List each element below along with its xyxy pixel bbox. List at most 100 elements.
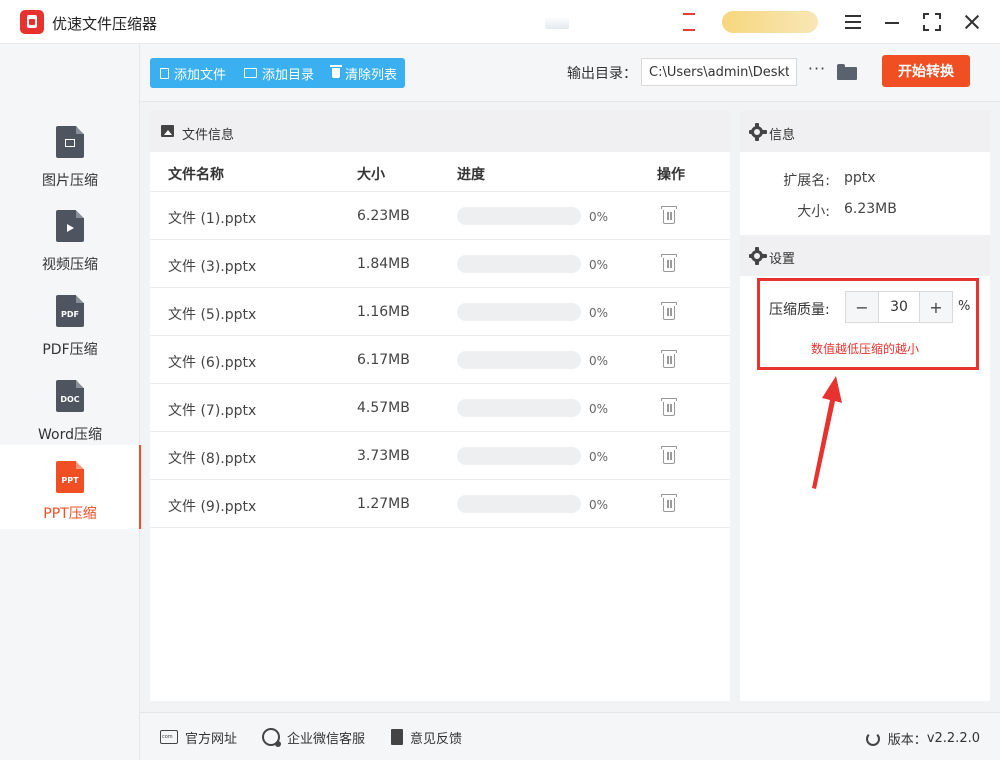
- settings-title: 设置: [769, 252, 796, 267]
- col-name: 文件名称: [168, 167, 224, 183]
- add-file-button[interactable]: 添加文件: [150, 58, 234, 88]
- file-panel-header: 文件信息: [150, 111, 730, 152]
- footer: 官方网址 企业微信客服 意见反馈 版本： v2.2.2.0: [140, 712, 1000, 760]
- feedback-icon: [391, 729, 403, 745]
- start-convert-button[interactable]: 开始转换: [882, 55, 970, 87]
- file-size: 4.57MB: [357, 400, 410, 416]
- progress-percent: 0%: [589, 306, 609, 320]
- file-name: 文件 (5).pptx: [168, 307, 257, 323]
- decrease-button[interactable]: −: [846, 292, 878, 322]
- trash-icon[interactable]: [661, 206, 677, 224]
- quality-input[interactable]: [878, 292, 920, 322]
- settings-header: 设置: [740, 235, 990, 276]
- ext-value: pptx: [844, 170, 876, 186]
- progress-bar: [457, 255, 581, 273]
- table-header: 文件名称 大小 进度 操作: [150, 152, 730, 192]
- feedback-label: 意见反馈: [410, 731, 463, 747]
- table-row[interactable]: 文件 (6).pptx 6.17MB 0%: [150, 336, 730, 384]
- trash-icon[interactable]: [661, 302, 677, 320]
- file-size: 3.73MB: [357, 448, 410, 464]
- file-size: 6.17MB: [357, 352, 410, 368]
- website-link[interactable]: 官方网址: [160, 727, 237, 747]
- image-icon: [161, 125, 174, 137]
- col-progress: 进度: [457, 167, 485, 183]
- version-label: 版本：: [887, 733, 927, 748]
- size-label: 大小:: [797, 204, 830, 220]
- trash-icon[interactable]: [661, 398, 677, 416]
- website-label: 官方网址: [185, 731, 238, 747]
- wechat-support-link[interactable]: 企业微信客服: [262, 727, 365, 747]
- col-size: 大小: [357, 167, 385, 183]
- promo-icon[interactable]: [545, 17, 569, 29]
- trash-icon: [330, 65, 343, 78]
- gift-icon[interactable]: [683, 13, 695, 31]
- table-row[interactable]: 文件 (1).pptx 6.23MB 0%: [150, 192, 730, 240]
- progress-percent: 0%: [589, 402, 609, 416]
- progress-bar: [457, 495, 581, 513]
- sidebar-item-label: PPT压缩: [43, 506, 97, 522]
- image-file-icon: [56, 126, 84, 158]
- minimize-icon[interactable]: [880, 10, 904, 34]
- refresh-icon: [865, 731, 880, 746]
- open-folder-icon[interactable]: [837, 64, 857, 80]
- menu-icon[interactable]: [841, 10, 865, 34]
- clear-list-button[interactable]: 清除列表: [322, 58, 405, 88]
- gear-icon: [749, 123, 767, 141]
- size-value: 6.23MB: [844, 201, 897, 217]
- progress-percent: 0%: [589, 258, 609, 272]
- file-icon: [160, 67, 169, 79]
- file-name: 文件 (8).pptx: [168, 451, 257, 467]
- sidebar-item-word[interactable]: DOC Word压缩: [0, 370, 140, 454]
- app-logo-icon: [20, 10, 44, 34]
- toolbar: 添加文件 添加目录 清除列表 输出目录： ··· 开始转换: [140, 44, 1000, 102]
- file-name: 文件 (7).pptx: [168, 403, 257, 419]
- add-folder-label: 添加目录: [262, 67, 315, 83]
- table-row[interactable]: 文件 (5).pptx 1.16MB 0%: [150, 288, 730, 336]
- table-row[interactable]: 文件 (8).pptx 3.73MB 0%: [150, 432, 730, 480]
- website-icon: [160, 730, 178, 744]
- quality-label: 压缩质量:: [769, 302, 830, 318]
- info-title: 信息: [769, 128, 796, 143]
- table-row[interactable]: 文件 (9).pptx 1.27MB 0%: [150, 480, 730, 528]
- title-bar: 优速文件压缩器: [0, 0, 1000, 44]
- close-icon[interactable]: [960, 10, 984, 34]
- percent-unit: %: [958, 299, 971, 314]
- progress-percent: 0%: [589, 354, 609, 368]
- trash-icon[interactable]: [661, 446, 677, 464]
- progress-percent: 0%: [589, 498, 609, 512]
- more-options-button[interactable]: ···: [807, 61, 827, 82]
- version-value: v2.2.2.0: [926, 731, 980, 746]
- progress-percent: 0%: [589, 450, 609, 464]
- maximize-icon[interactable]: [920, 10, 944, 34]
- ppt-file-icon: PPT: [56, 461, 84, 493]
- add-folder-button[interactable]: 添加目录: [234, 58, 322, 88]
- col-action: 操作: [657, 167, 685, 183]
- trash-icon[interactable]: [661, 254, 677, 272]
- ext-row: 扩展名:: [740, 170, 830, 189]
- progress-bar: [457, 303, 581, 321]
- table-row[interactable]: 文件 (3).pptx 1.84MB 0%: [150, 240, 730, 288]
- quality-stepper: − +: [845, 291, 953, 323]
- file-size: 6.23MB: [357, 208, 410, 224]
- doc-file-icon: DOC: [56, 380, 84, 412]
- size-row: 大小:: [740, 201, 830, 220]
- sidebar-item-image[interactable]: 图片压缩: [0, 116, 140, 200]
- increase-button[interactable]: +: [920, 292, 952, 322]
- trash-icon[interactable]: [661, 350, 677, 368]
- sidebar-item-label: 图片压缩: [42, 173, 98, 189]
- folder-icon: [244, 68, 258, 78]
- file-list-panel: 文件信息 文件名称 大小 进度 操作 文件 (1).pptx 6.23MB 0% 文件…: [150, 111, 730, 701]
- trash-icon[interactable]: [661, 494, 677, 512]
- sidebar-item-video[interactable]: 视频压缩: [0, 200, 140, 284]
- sidebar: 图片压缩 视频压缩 PDF PDF压缩 DOC Word压缩 PPT PPT压缩: [0, 44, 141, 760]
- feedback-link[interactable]: 意见反馈: [391, 727, 462, 747]
- version-info[interactable]: 版本： v2.2.2.0: [865, 729, 980, 748]
- vip-badge[interactable]: [722, 11, 818, 33]
- sidebar-item-ppt[interactable]: PPT PPT压缩: [0, 445, 141, 529]
- table-row[interactable]: 文件 (7).pptx 4.57MB 0%: [150, 384, 730, 432]
- output-dir-input[interactable]: [641, 58, 797, 86]
- progress-bar: [457, 207, 581, 225]
- progress-bar: [457, 447, 581, 465]
- sidebar-item-pdf[interactable]: PDF PDF压缩: [0, 285, 140, 369]
- add-file-label: 添加文件: [174, 67, 227, 83]
